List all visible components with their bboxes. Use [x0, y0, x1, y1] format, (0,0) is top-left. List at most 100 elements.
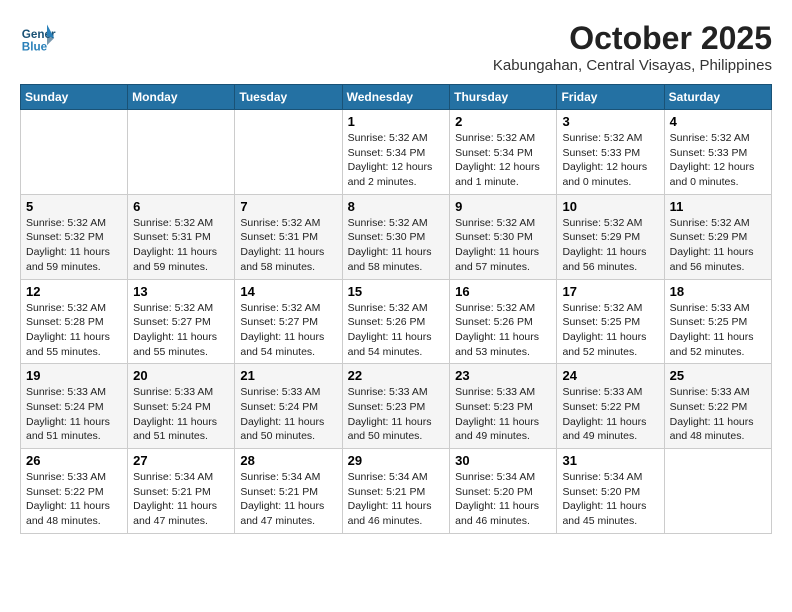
day-number: 28 — [240, 453, 336, 468]
day-number: 29 — [348, 453, 445, 468]
day-info: Sunrise: 5:33 AMSunset: 5:23 PMDaylight:… — [455, 385, 551, 444]
calendar-cell: 18 Sunrise: 5:33 AMSunset: 5:25 PMDayligh… — [664, 279, 771, 364]
day-number: 1 — [348, 114, 445, 129]
day-number: 19 — [26, 368, 122, 383]
calendar-cell: 23 Sunrise: 5:33 AMSunset: 5:23 PMDayligh… — [450, 364, 557, 449]
calendar-cell: 28 Sunrise: 5:34 AMSunset: 5:21 PMDayligh… — [235, 449, 342, 534]
day-info: Sunrise: 5:32 AMSunset: 5:31 PMDaylight:… — [133, 216, 229, 275]
day-info: Sunrise: 5:33 AMSunset: 5:23 PMDaylight:… — [348, 385, 445, 444]
day-number: 2 — [455, 114, 551, 129]
day-number: 17 — [562, 284, 658, 299]
day-number: 8 — [348, 199, 445, 214]
weekday-header-row: SundayMondayTuesdayWednesdayThursdayFrid… — [21, 85, 772, 110]
calendar-cell: 15 Sunrise: 5:32 AMSunset: 5:26 PMDayligh… — [342, 279, 450, 364]
day-info: Sunrise: 5:33 AMSunset: 5:22 PMDaylight:… — [562, 385, 658, 444]
day-info: Sunrise: 5:34 AMSunset: 5:21 PMDaylight:… — [240, 470, 336, 529]
weekday-header: Tuesday — [235, 85, 342, 110]
weekday-header: Saturday — [664, 85, 771, 110]
calendar-cell: 1 Sunrise: 5:32 AMSunset: 5:34 PMDaylight… — [342, 110, 450, 195]
weekday-header: Friday — [557, 85, 664, 110]
weekday-header: Thursday — [450, 85, 557, 110]
calendar-cell — [21, 110, 128, 195]
day-number: 7 — [240, 199, 336, 214]
calendar-cell: 17 Sunrise: 5:32 AMSunset: 5:25 PMDayligh… — [557, 279, 664, 364]
calendar-cell: 9Sunrise: 5:32 AMSunset: 5:30 PMDaylight… — [450, 194, 557, 279]
day-number: 13 — [133, 284, 229, 299]
day-info: Sunrise: 5:32 AMSunset: 5:27 PMDaylight:… — [240, 301, 336, 360]
weekday-header: Monday — [128, 85, 235, 110]
calendar-cell: 16Sunrise: 5:32 AMSunset: 5:26 PMDayligh… — [450, 279, 557, 364]
day-info: Sunrise: 5:33 AMSunset: 5:24 PMDaylight:… — [133, 385, 229, 444]
day-info: Sunrise: 5:32 AMSunset: 5:34 PMDaylight:… — [348, 131, 445, 190]
page-header: General Blue October 2025 Kabungahan, Ce… — [20, 20, 772, 74]
day-number: 9 — [455, 199, 551, 214]
day-number: 23 — [455, 368, 551, 383]
calendar-cell: 7 Sunrise: 5:32 AMSunset: 5:31 PMDaylight… — [235, 194, 342, 279]
day-info: Sunrise: 5:33 AMSunset: 5:22 PMDaylight:… — [670, 385, 766, 444]
day-info: Sunrise: 5:34 AMSunset: 5:20 PMDaylight:… — [455, 470, 551, 529]
day-number: 27 — [133, 453, 229, 468]
weekday-header: Sunday — [21, 85, 128, 110]
day-number: 16 — [455, 284, 551, 299]
calendar-cell: 12 Sunrise: 5:32 AMSunset: 5:28 PMDayligh… — [21, 279, 128, 364]
calendar-cell: 8 Sunrise: 5:32 AMSunset: 5:30 PMDaylight… — [342, 194, 450, 279]
calendar-cell: 11 Sunrise: 5:32 AMSunset: 5:29 PMDayligh… — [664, 194, 771, 279]
calendar-cell: 25 Sunrise: 5:33 AMSunset: 5:22 PMDayligh… — [664, 364, 771, 449]
calendar-week-row: 19 Sunrise: 5:33 AMSunset: 5:24 PMDayligh… — [21, 364, 772, 449]
calendar-week-row: 5 Sunrise: 5:32 AMSunset: 5:32 PMDaylight… — [21, 194, 772, 279]
calendar-cell: 26 Sunrise: 5:33 AMSunset: 5:22 PMDayligh… — [21, 449, 128, 534]
day-number: 3 — [562, 114, 658, 129]
day-number: 15 — [348, 284, 445, 299]
day-number: 24 — [562, 368, 658, 383]
day-number: 18 — [670, 284, 766, 299]
day-info: Sunrise: 5:34 AMSunset: 5:21 PMDaylight:… — [348, 470, 445, 529]
day-info: Sunrise: 5:32 AMSunset: 5:28 PMDaylight:… — [26, 301, 122, 360]
day-info: Sunrise: 5:32 AMSunset: 5:29 PMDaylight:… — [562, 216, 658, 275]
day-number: 10 — [562, 199, 658, 214]
calendar-cell — [235, 110, 342, 195]
calendar-cell: 27 Sunrise: 5:34 AMSunset: 5:21 PMDayligh… — [128, 449, 235, 534]
day-info: Sunrise: 5:33 AMSunset: 5:25 PMDaylight:… — [670, 301, 766, 360]
calendar-cell: 2Sunrise: 5:32 AMSunset: 5:34 PMDaylight… — [450, 110, 557, 195]
day-number: 22 — [348, 368, 445, 383]
calendar-table: SundayMondayTuesdayWednesdayThursdayFrid… — [20, 84, 772, 534]
day-info: Sunrise: 5:32 AMSunset: 5:31 PMDaylight:… — [240, 216, 336, 275]
day-info: Sunrise: 5:33 AMSunset: 5:22 PMDaylight:… — [26, 470, 122, 529]
day-number: 11 — [670, 199, 766, 214]
svg-text:Blue: Blue — [22, 41, 48, 54]
day-number: 6 — [133, 199, 229, 214]
calendar-cell: 31 Sunrise: 5:34 AMSunset: 5:20 PMDayligh… — [557, 449, 664, 534]
day-number: 31 — [562, 453, 658, 468]
day-number: 21 — [240, 368, 336, 383]
day-number: 25 — [670, 368, 766, 383]
calendar-cell: 13 Sunrise: 5:32 AMSunset: 5:27 PMDayligh… — [128, 279, 235, 364]
day-number: 14 — [240, 284, 336, 299]
calendar-week-row: 1 Sunrise: 5:32 AMSunset: 5:34 PMDaylight… — [21, 110, 772, 195]
day-info: Sunrise: 5:32 AMSunset: 5:30 PMDaylight:… — [348, 216, 445, 275]
day-number: 26 — [26, 453, 122, 468]
day-info: Sunrise: 5:32 AMSunset: 5:27 PMDaylight:… — [133, 301, 229, 360]
location-title: Kabungahan, Central Visayas, Philippines — [493, 57, 772, 74]
day-number: 20 — [133, 368, 229, 383]
calendar-cell: 4 Sunrise: 5:32 AMSunset: 5:33 PMDaylight… — [664, 110, 771, 195]
day-number: 12 — [26, 284, 122, 299]
day-info: Sunrise: 5:32 AMSunset: 5:25 PMDaylight:… — [562, 301, 658, 360]
day-info: Sunrise: 5:32 AMSunset: 5:33 PMDaylight:… — [670, 131, 766, 190]
day-info: Sunrise: 5:32 AMSunset: 5:32 PMDaylight:… — [26, 216, 122, 275]
day-info: Sunrise: 5:32 AMSunset: 5:29 PMDaylight:… — [670, 216, 766, 275]
month-title: October 2025 — [493, 20, 772, 57]
calendar-cell: 29 Sunrise: 5:34 AMSunset: 5:21 PMDayligh… — [342, 449, 450, 534]
day-info: Sunrise: 5:33 AMSunset: 5:24 PMDaylight:… — [240, 385, 336, 444]
calendar-cell: 10 Sunrise: 5:32 AMSunset: 5:29 PMDayligh… — [557, 194, 664, 279]
calendar-cell: 6 Sunrise: 5:32 AMSunset: 5:31 PMDaylight… — [128, 194, 235, 279]
day-info: Sunrise: 5:32 AMSunset: 5:26 PMDaylight:… — [348, 301, 445, 360]
day-info: Sunrise: 5:34 AMSunset: 5:20 PMDaylight:… — [562, 470, 658, 529]
day-info: Sunrise: 5:33 AMSunset: 5:24 PMDaylight:… — [26, 385, 122, 444]
day-number: 5 — [26, 199, 122, 214]
calendar-cell: 22 Sunrise: 5:33 AMSunset: 5:23 PMDayligh… — [342, 364, 450, 449]
calendar-cell: 19 Sunrise: 5:33 AMSunset: 5:24 PMDayligh… — [21, 364, 128, 449]
calendar-cell: 20 Sunrise: 5:33 AMSunset: 5:24 PMDayligh… — [128, 364, 235, 449]
calendar-cell: 14 Sunrise: 5:32 AMSunset: 5:27 PMDayligh… — [235, 279, 342, 364]
day-number: 4 — [670, 114, 766, 129]
day-info: Sunrise: 5:34 AMSunset: 5:21 PMDaylight:… — [133, 470, 229, 529]
